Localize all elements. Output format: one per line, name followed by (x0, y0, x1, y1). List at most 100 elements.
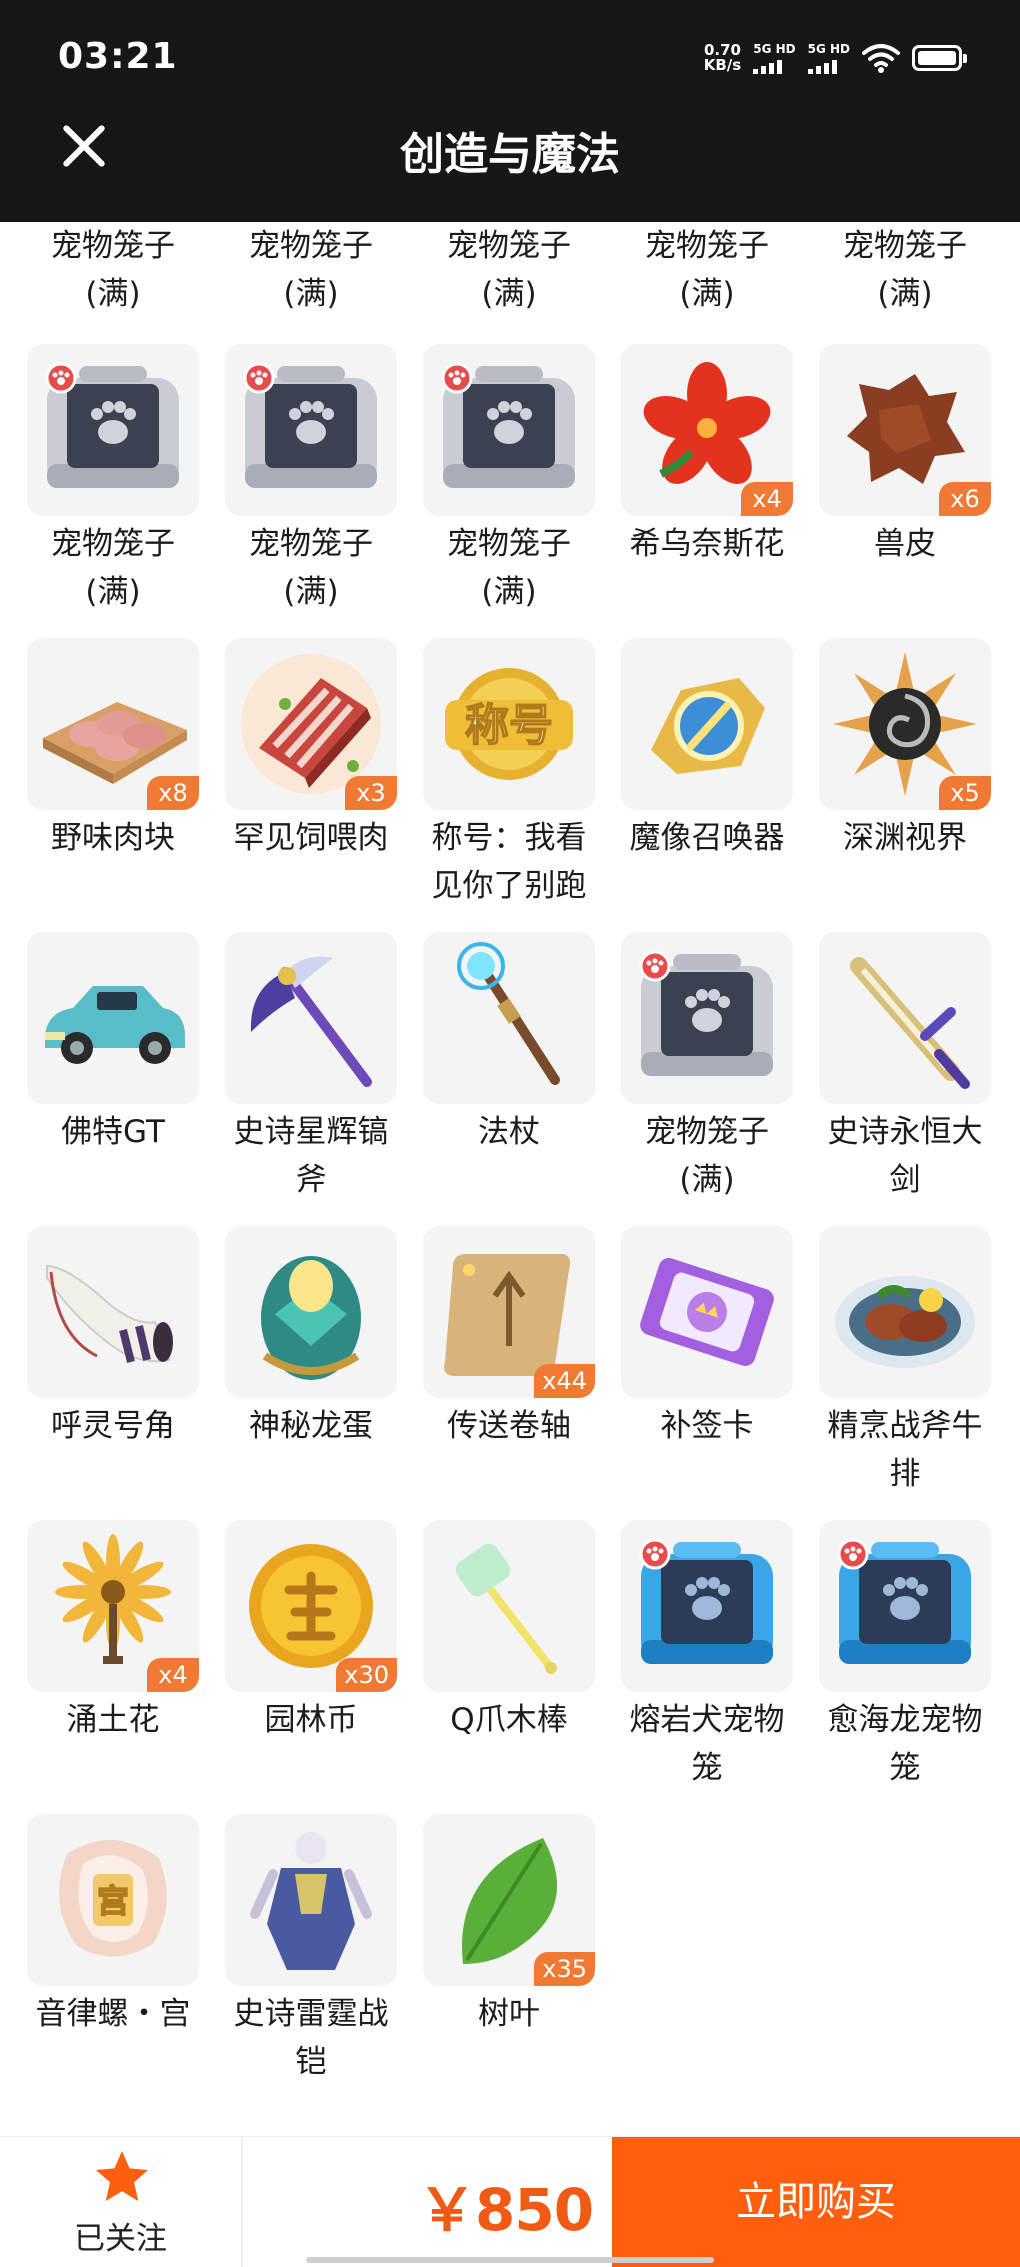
item-card[interactable]: x30 园林币 (198, 1520, 397, 1810)
steak-plate-icon (819, 1226, 991, 1398)
item-name: 法杖 (478, 1114, 540, 1150)
page-title: 创造与魔法 (400, 129, 620, 180)
speed-unit: KB/s (703, 56, 742, 74)
item-card[interactable]: x4 希乌奈斯花 (594, 344, 793, 634)
item-name: 希乌奈斯花 (629, 526, 785, 562)
item-name: 补签卡 (660, 1408, 754, 1444)
hide-icon: x6 (819, 344, 991, 516)
feed-meat-icon: x3 (225, 638, 397, 810)
quantity-badge: x6 (939, 482, 991, 516)
item-name: 呼灵号角 (51, 1408, 175, 1444)
item-name: 宠物笼子 (满) (645, 1114, 769, 1198)
staff-icon (423, 932, 595, 1104)
item-card[interactable]: 史诗雷霆战 铠 (198, 1814, 397, 2104)
item-name: 精烹战斧牛 排 (827, 1408, 983, 1492)
item-name: 园林币 (264, 1702, 358, 1738)
title-badge-icon: 称号 (423, 638, 595, 810)
item-name: 罕见饲喂肉 (233, 820, 389, 856)
top-bar: 03:21 0.70 KB/s 5G HD 5G HD 创造与魔法 (0, 0, 1020, 222)
item-name: 神秘龙蛋 (249, 1408, 373, 1444)
item-card[interactable]: 神秘龙蛋 (198, 1226, 397, 1516)
item-name: 宠物笼子 (满) (249, 228, 373, 312)
follow-button[interactable]: 已关注 (0, 2137, 243, 2267)
leaf-icon: x35 (423, 1814, 595, 1986)
item-name: 兽皮 (874, 526, 936, 562)
item-card[interactable]: 宠物笼子 (满) (396, 344, 595, 634)
item-name: Q爪木棒 (450, 1702, 568, 1738)
item-name: 宠物笼子 (满) (249, 526, 373, 610)
armor-icon (225, 1814, 397, 1986)
signal-1-icon: 5G HD (753, 41, 796, 74)
meat-tray-icon: x8 (27, 638, 199, 810)
item-card[interactable]: 宠物笼子 (满) (0, 344, 199, 634)
golem-summoner-icon (621, 638, 793, 810)
quantity-badge: x3 (345, 776, 397, 810)
home-indicator (306, 2257, 714, 2263)
item-card[interactable]: 熔岩犬宠物 笼 (594, 1520, 793, 1810)
item-card[interactable]: x44 传送卷轴 (396, 1226, 595, 1516)
item-card[interactable]: 愈海龙宠物 笼 (792, 1520, 991, 1810)
item-card[interactable]: 称号称号：我看 见你了别跑 (396, 638, 595, 928)
wifi-icon (862, 44, 900, 73)
item-card[interactable]: 魔像召唤器 (594, 638, 793, 928)
status-icons: 0.70 KB/s 5G HD 5G HD (704, 38, 967, 78)
claw-stick-icon (423, 1520, 595, 1692)
network-speed: 0.70 KB/s (704, 43, 741, 73)
status-time: 03:21 (58, 36, 178, 77)
item-name: 宠物笼子 (满) (645, 228, 769, 312)
sim1-label: 5G HD (753, 41, 796, 56)
abyss-vision-icon: x5 (819, 638, 991, 810)
item-name: 史诗永恒大 剑 (827, 1114, 983, 1198)
scroll-icon: x44 (423, 1226, 595, 1398)
dragon-egg-icon (225, 1226, 397, 1398)
item-card[interactable]: 宫音律螺・宫 (0, 1814, 199, 2104)
item-card[interactable]: 史诗星辉镐 斧 (198, 932, 397, 1222)
item-name: 史诗星辉镐 斧 (233, 1114, 389, 1198)
greatsword-icon (819, 932, 991, 1104)
item-card[interactable]: x6 兽皮 (792, 344, 991, 634)
item-card[interactable]: 精烹战斧牛 排 (792, 1226, 991, 1516)
item-card[interactable]: 补签卡 (594, 1226, 793, 1516)
item-card[interactable]: 史诗永恒大 剑 (792, 932, 991, 1222)
yellow-flower-icon: x4 (27, 1520, 199, 1692)
price: ￥850 (418, 2176, 594, 2244)
item-card[interactable]: x8 野味肉块 (0, 638, 199, 928)
item-name: 宠物笼子 (满) (447, 228, 571, 312)
item-card[interactable]: Q爪木棒 (396, 1520, 595, 1810)
star-icon (96, 2151, 148, 2201)
buy-now-button[interactable]: 立即购买 (612, 2137, 1020, 2267)
item-name: 魔像召唤器 (629, 820, 785, 856)
conch-icon: 宫 (27, 1814, 199, 1986)
item-card[interactable]: x35 树叶 (396, 1814, 595, 2104)
item-name: 宠物笼子 (满) (843, 228, 967, 312)
icon-text: 称号 (465, 700, 553, 751)
makeup-card-icon (621, 1226, 793, 1398)
item-card[interactable]: 佛特GT (0, 932, 199, 1222)
coin-icon: x30 (225, 1520, 397, 1692)
item-card[interactable]: 呼灵号角 (0, 1226, 199, 1516)
item-card[interactable]: x3 罕见饲喂肉 (198, 638, 397, 928)
item-name: 树叶 (478, 1996, 540, 2032)
item-name: 史诗雷霆战 铠 (233, 1996, 389, 2080)
item-name: 熔岩犬宠物 笼 (629, 1702, 785, 1786)
item-card[interactable]: x5 深渊视界 (792, 638, 991, 928)
quantity-badge: x30 (336, 1658, 397, 1692)
item-name: 深渊视界 (843, 820, 967, 856)
item-card[interactable]: 宠物笼子 (满) (198, 344, 397, 634)
follow-label: 已关注 (74, 2221, 167, 2257)
item-name: 佛特GT (61, 1114, 165, 1150)
quantity-badge: x4 (741, 482, 793, 516)
quantity-badge: x4 (147, 1658, 199, 1692)
quantity-badge: x44 (534, 1364, 595, 1398)
item-name: 宠物笼子 (满) (447, 526, 571, 610)
bottom-action-bar: 已关注 ￥850 立即购买 (0, 2136, 1020, 2267)
pet-cage-gray-icon (225, 344, 397, 516)
item-name: 宠物笼子 (满) (51, 526, 175, 610)
signal-2-icon: 5G HD (807, 42, 850, 74)
item-card[interactable]: 宠物笼子 (满) (594, 932, 793, 1222)
item-card[interactable]: 法杖 (396, 932, 595, 1222)
item-name: 称号：我看 见你了别跑 (431, 820, 587, 904)
horn-icon (27, 1226, 199, 1398)
quantity-badge: x5 (939, 776, 991, 810)
item-card[interactable]: x4 涌土花 (0, 1520, 199, 1810)
